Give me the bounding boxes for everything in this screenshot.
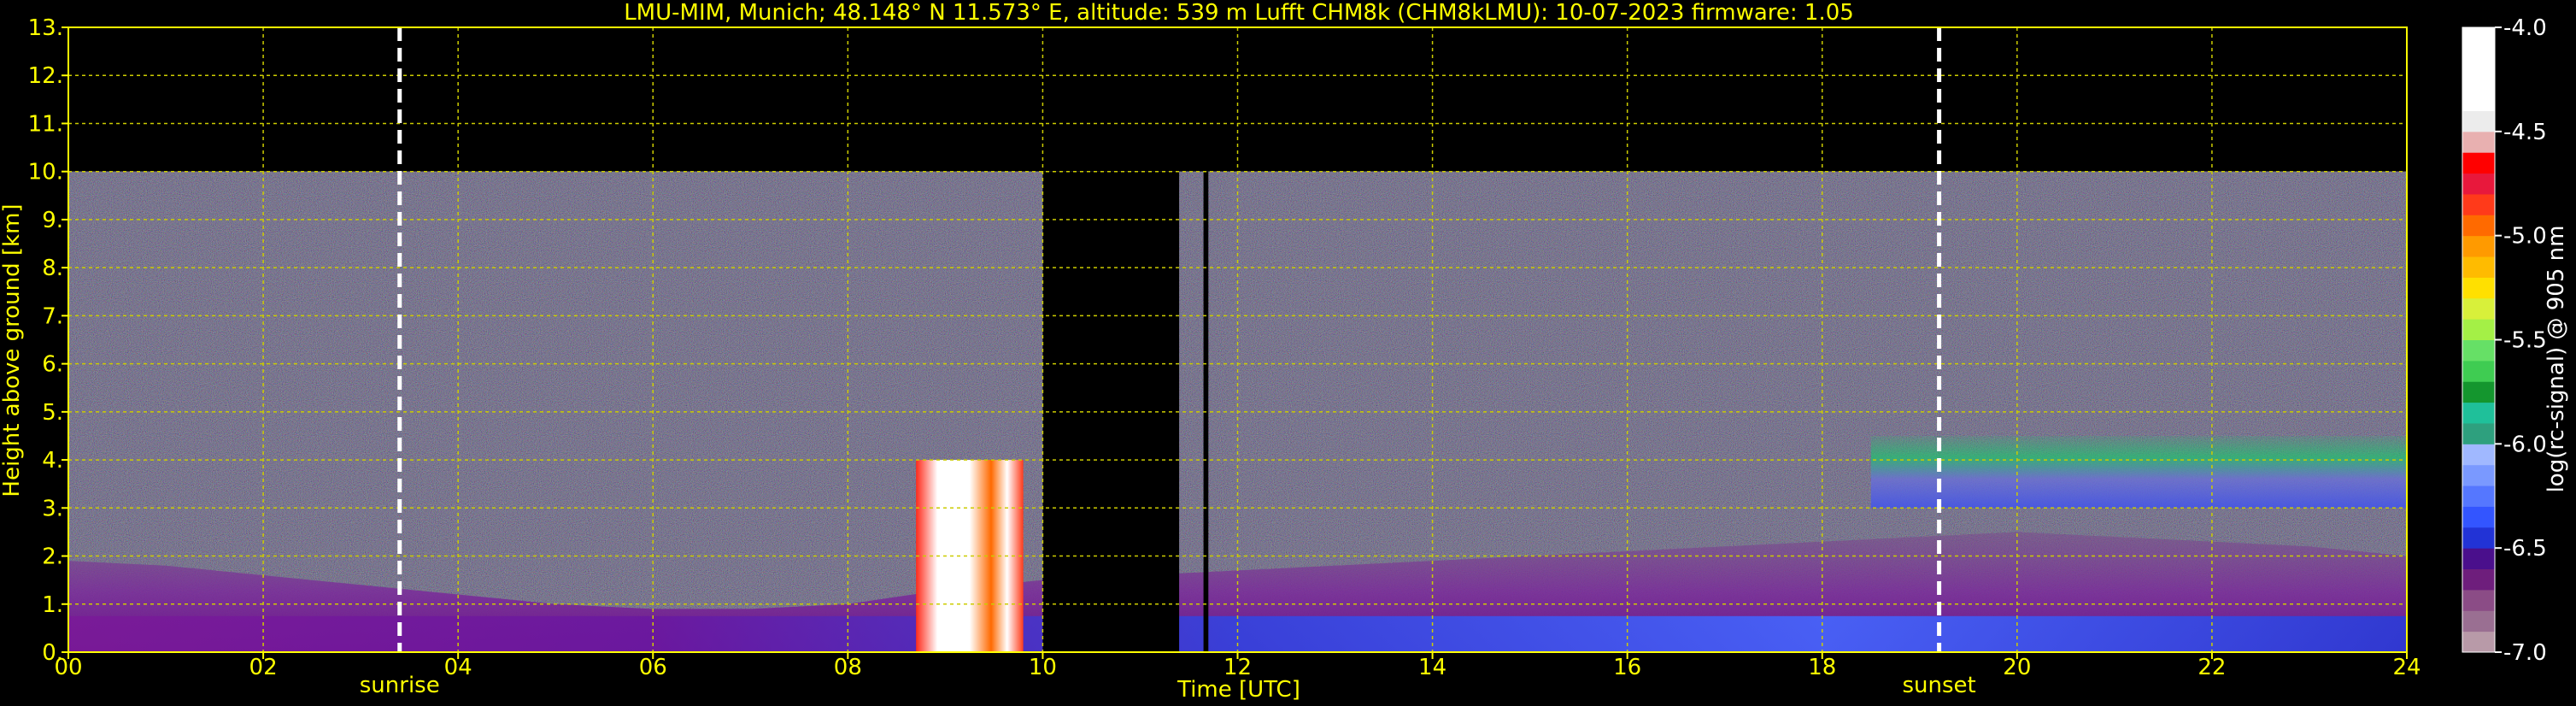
colorbar-swatch	[2462, 110, 2495, 132]
colorbar-swatch	[2462, 152, 2495, 174]
colorbar-swatch	[2462, 256, 2495, 278]
data-gap	[1042, 171, 1180, 652]
y-tick-label: 5.	[42, 400, 63, 426]
aerosol-layer	[1870, 435, 2407, 509]
colorbar-tick-label: -7.0	[2503, 640, 2547, 666]
x-tick-label: 20	[2003, 655, 2031, 680]
y-tick-label: 0.	[42, 640, 63, 666]
colorbar-swatch	[2462, 319, 2495, 340]
colorbar-tick-label: -4.0	[2503, 15, 2547, 41]
x-tick-label: 22	[2198, 655, 2226, 680]
colorbar-swatch	[2462, 464, 2495, 486]
colorbar-swatch	[2462, 485, 2495, 507]
colorbar-swatch	[2462, 173, 2495, 195]
colorbar-swatch	[2462, 215, 2495, 237]
x-tick-label: 02	[249, 655, 278, 680]
colorbar-swatch	[2462, 193, 2495, 215]
y-tick-label: 4.	[42, 448, 63, 474]
colorbar-tick-label: -6.0	[2503, 432, 2547, 457]
colorbar: -4.0 -4.5 -5.0 -5.5 -6.0 -6.5 -7.0	[2462, 15, 2547, 666]
colorbar-swatch	[2462, 381, 2495, 403]
colorbar-swatch	[2462, 297, 2495, 320]
ceilometer-chart: sunrise sunset 00 02 04 06 08 10 12 14 16 18 20 22 24…	[0, 0, 2569, 703]
colorbar-swatch	[2462, 548, 2495, 570]
y-tick-label: 12.	[28, 63, 63, 89]
colorbar-swatch	[2462, 277, 2495, 299]
colorbar-tick-label: -6.5	[2503, 536, 2547, 562]
colorbar-tick-label: -5.0	[2503, 224, 2547, 250]
colorbar-swatch	[2462, 589, 2495, 611]
colorbar-swatch	[2462, 631, 2495, 653]
surface-layer	[68, 615, 2407, 652]
y-axis-label: Height above ground [km]	[0, 203, 25, 497]
y-tick-label: 8.	[42, 256, 63, 281]
colorbar-swatch	[2462, 90, 2495, 111]
colorbar-label: log(rc-signal) @ 905 nm	[2544, 226, 2569, 493]
colorbar-tick-label: -4.5	[2503, 120, 2547, 145]
y-tick-label: 6.	[42, 352, 63, 378]
x-tick-label: 18	[1808, 655, 1836, 680]
x-tick-label: 08	[834, 655, 862, 680]
colorbar-swatch	[2462, 27, 2495, 49]
colorbar-tick-label: -5.5	[2503, 328, 2547, 354]
y-tick-label: 3.	[42, 496, 63, 521]
y-tick-label: 11.	[28, 111, 63, 137]
x-tick-label: 14	[1418, 655, 1446, 680]
colorbar-swatch	[2462, 360, 2495, 382]
y-tick-label: 7.	[42, 303, 63, 329]
x-tick-label: 16	[1613, 655, 1641, 680]
y-tick-label: 13.	[28, 15, 63, 41]
colorbar-swatch	[2462, 444, 2495, 466]
colorbar-swatch	[2462, 506, 2495, 528]
x-tick-label: 04	[444, 655, 472, 680]
colorbar-swatch	[2462, 568, 2495, 591]
colorbar-swatch	[2462, 235, 2495, 257]
colorbar-swatch	[2462, 131, 2495, 153]
colorbar-swatch	[2462, 610, 2495, 632]
y-tick-label: 9.	[42, 208, 63, 233]
x-tick-label: 06	[639, 655, 667, 680]
colorbar-swatch	[2462, 527, 2495, 549]
y-tick-label: 1.	[42, 592, 63, 618]
y-tick-label: 2.	[42, 544, 63, 570]
colorbar-swatch	[2462, 48, 2495, 70]
colorbar-swatch	[2462, 68, 2495, 91]
sunrise-label: sunrise	[360, 673, 440, 698]
colorbar-swatch	[2462, 422, 2495, 444]
colorbar-swatch	[2462, 339, 2495, 362]
colorbar-swatch	[2462, 402, 2495, 424]
y-tick-label: 10.	[28, 160, 63, 185]
x-axis-label: Time [UTC]	[1177, 677, 1300, 703]
x-tick-label: 24	[2392, 655, 2421, 680]
sunset-label: sunset	[1902, 673, 1975, 698]
chart-title: LMU-MIM, Munich; 48.148° N 11.573° E, al…	[624, 0, 1854, 26]
x-tick-label: 10	[1029, 655, 1057, 680]
